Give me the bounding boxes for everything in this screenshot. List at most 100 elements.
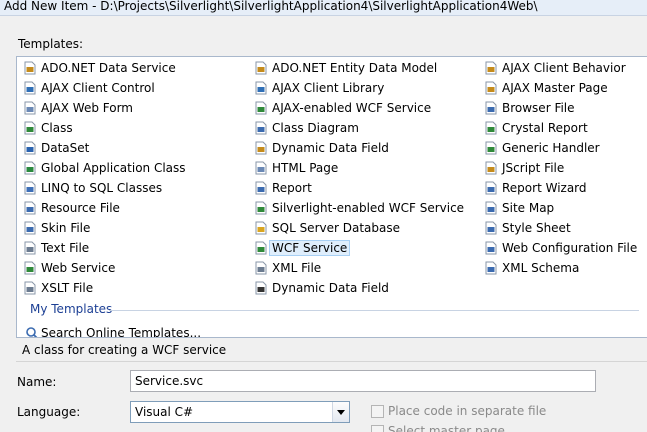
templates-list[interactable]: ADO.NET Data Service AJAX Client Control A… — [16, 56, 647, 338]
template-item-label: DataSet — [41, 141, 90, 155]
template-item-label: Class Diagram — [272, 121, 359, 135]
search-online-templates-item[interactable]: Search Online Templates... — [25, 323, 202, 338]
template-item-label: XML File — [272, 261, 322, 275]
database-icon — [255, 221, 267, 235]
template-item[interactable]: XSLT File — [23, 278, 186, 298]
dynamic-data-icon — [255, 141, 267, 155]
template-item[interactable]: Crystal Report — [484, 118, 637, 138]
resource-file-icon — [24, 201, 36, 215]
templates-column-1: ADO.NET Data Service AJAX Client Control A… — [23, 58, 186, 298]
wcf-service-icon — [255, 101, 267, 115]
template-item[interactable]: Style Sheet — [484, 218, 637, 238]
template-item-label: Dynamic Data Field — [272, 281, 389, 295]
template-item[interactable]: XML File — [254, 258, 464, 278]
template-item[interactable]: LINQ to SQL Classes — [23, 178, 186, 198]
entity-model-icon — [255, 61, 267, 75]
web-config-icon — [485, 241, 497, 255]
template-item[interactable]: Silverlight-enabled WCF Service — [254, 198, 464, 218]
linq-icon — [24, 181, 36, 195]
xml-file-icon — [255, 261, 267, 275]
browser-file-icon — [485, 101, 497, 115]
name-input[interactable] — [130, 370, 596, 392]
template-item[interactable]: Skin File — [23, 218, 186, 238]
template-item[interactable]: Global Application Class — [23, 158, 186, 178]
template-item[interactable]: Text File — [23, 238, 186, 258]
jscript-file-icon — [485, 161, 497, 175]
template-item-label: XML Schema — [502, 261, 580, 275]
template-item-label: Crystal Report — [502, 121, 588, 135]
language-label: Language: — [17, 405, 81, 419]
web-form-icon — [24, 101, 36, 115]
template-item[interactable]: SQL Server Database — [254, 218, 464, 238]
template-item-label: JScript File — [502, 161, 565, 175]
template-item[interactable]: Web Service — [23, 258, 186, 278]
template-item[interactable]: Class Diagram — [254, 118, 464, 138]
template-item-label: Browser File — [502, 101, 575, 115]
template-item[interactable]: AJAX Web Form — [23, 98, 186, 118]
template-item[interactable]: Dynamic Data Field — [254, 278, 464, 298]
template-item[interactable]: Class — [23, 118, 186, 138]
my-templates-separator — [109, 310, 639, 311]
master-page-checkbox[interactable] — [371, 425, 384, 432]
generic-handler-icon — [485, 141, 497, 155]
separate-file-label: Place code in separate file — [388, 404, 547, 418]
search-online-label: Search Online Templates... — [41, 326, 202, 338]
template-item[interactable]: AJAX-enabled WCF Service — [254, 98, 464, 118]
crystal-report-icon — [485, 121, 497, 135]
template-item[interactable]: XML Schema — [484, 258, 637, 278]
template-item-label: Site Map — [502, 201, 555, 215]
window-title: Add New Item - D:\Projects\Silverlight\S… — [4, 0, 538, 13]
ajax-control-icon — [24, 81, 36, 95]
name-label: Name: — [17, 375, 57, 389]
template-item-label: SQL Server Database — [272, 221, 400, 235]
template-item-label: Web Configuration File — [502, 241, 638, 255]
template-item-label: AJAX Master Page — [502, 81, 608, 95]
template-item-label: Report Wizard — [502, 181, 587, 195]
language-dropdown[interactable]: Visual C# — [130, 401, 350, 423]
template-item[interactable]: ADO.NET Data Service — [23, 58, 186, 78]
class-icon — [24, 121, 36, 135]
chevron-down-icon[interactable] — [332, 402, 349, 422]
master-page-icon — [485, 81, 497, 95]
template-item[interactable]: Generic Handler — [484, 138, 637, 158]
template-item[interactable]: Browser File — [484, 98, 637, 118]
template-item-label: AJAX-enabled WCF Service — [272, 101, 432, 115]
template-item[interactable]: JScript File — [484, 158, 637, 178]
templates-column-3: AJAX Client Behavior AJAX Master Page Brow… — [484, 58, 637, 278]
template-item-label: Skin File — [41, 221, 91, 235]
template-item[interactable]: AJAX Client Behavior — [484, 58, 637, 78]
xml-schema-icon — [485, 261, 497, 275]
class-diagram-icon — [255, 121, 267, 135]
template-item[interactable]: AJAX Master Page — [484, 78, 637, 98]
templates-label: Templates: — [18, 37, 84, 51]
language-selected-value: Visual C# — [135, 405, 194, 419]
template-item[interactable]: Resource File — [23, 198, 186, 218]
report-wizard-icon — [485, 181, 497, 195]
template-item-label: AJAX Client Control — [41, 81, 155, 95]
template-item-label: XSLT File — [41, 281, 94, 295]
html-page-icon — [255, 161, 267, 175]
template-item-label: AJAX Client Library — [272, 81, 385, 95]
template-item-label: ADO.NET Entity Data Model — [272, 61, 438, 75]
dynamic-data-icon — [255, 281, 267, 295]
template-item-label: Global Application Class — [41, 161, 186, 175]
data-service-icon — [24, 61, 36, 75]
template-item-label: AJAX Web Form — [41, 101, 133, 115]
template-item[interactable]: DataSet — [23, 138, 186, 158]
template-item[interactable]: HTML Page — [254, 158, 464, 178]
template-item[interactable]: WCF Service — [254, 238, 464, 258]
template-item-label: Text File — [41, 241, 90, 255]
template-item-label: ADO.NET Data Service — [41, 61, 176, 75]
separate-file-checkbox[interactable] — [371, 405, 384, 418]
template-item[interactable]: AJAX Client Library — [254, 78, 464, 98]
template-item[interactable]: ADO.NET Entity Data Model — [254, 58, 464, 78]
template-item-label: Report — [272, 181, 312, 195]
template-item[interactable]: Report Wizard — [484, 178, 637, 198]
template-item[interactable]: AJAX Client Control — [23, 78, 186, 98]
template-description-text: A class for creating a WCF service — [22, 343, 227, 357]
template-item-label: Resource File — [41, 201, 120, 215]
template-item[interactable]: Site Map — [484, 198, 637, 218]
template-item[interactable]: Dynamic Data Field — [254, 138, 464, 158]
template-item[interactable]: Report — [254, 178, 464, 198]
template-item[interactable]: Web Configuration File — [484, 238, 637, 258]
